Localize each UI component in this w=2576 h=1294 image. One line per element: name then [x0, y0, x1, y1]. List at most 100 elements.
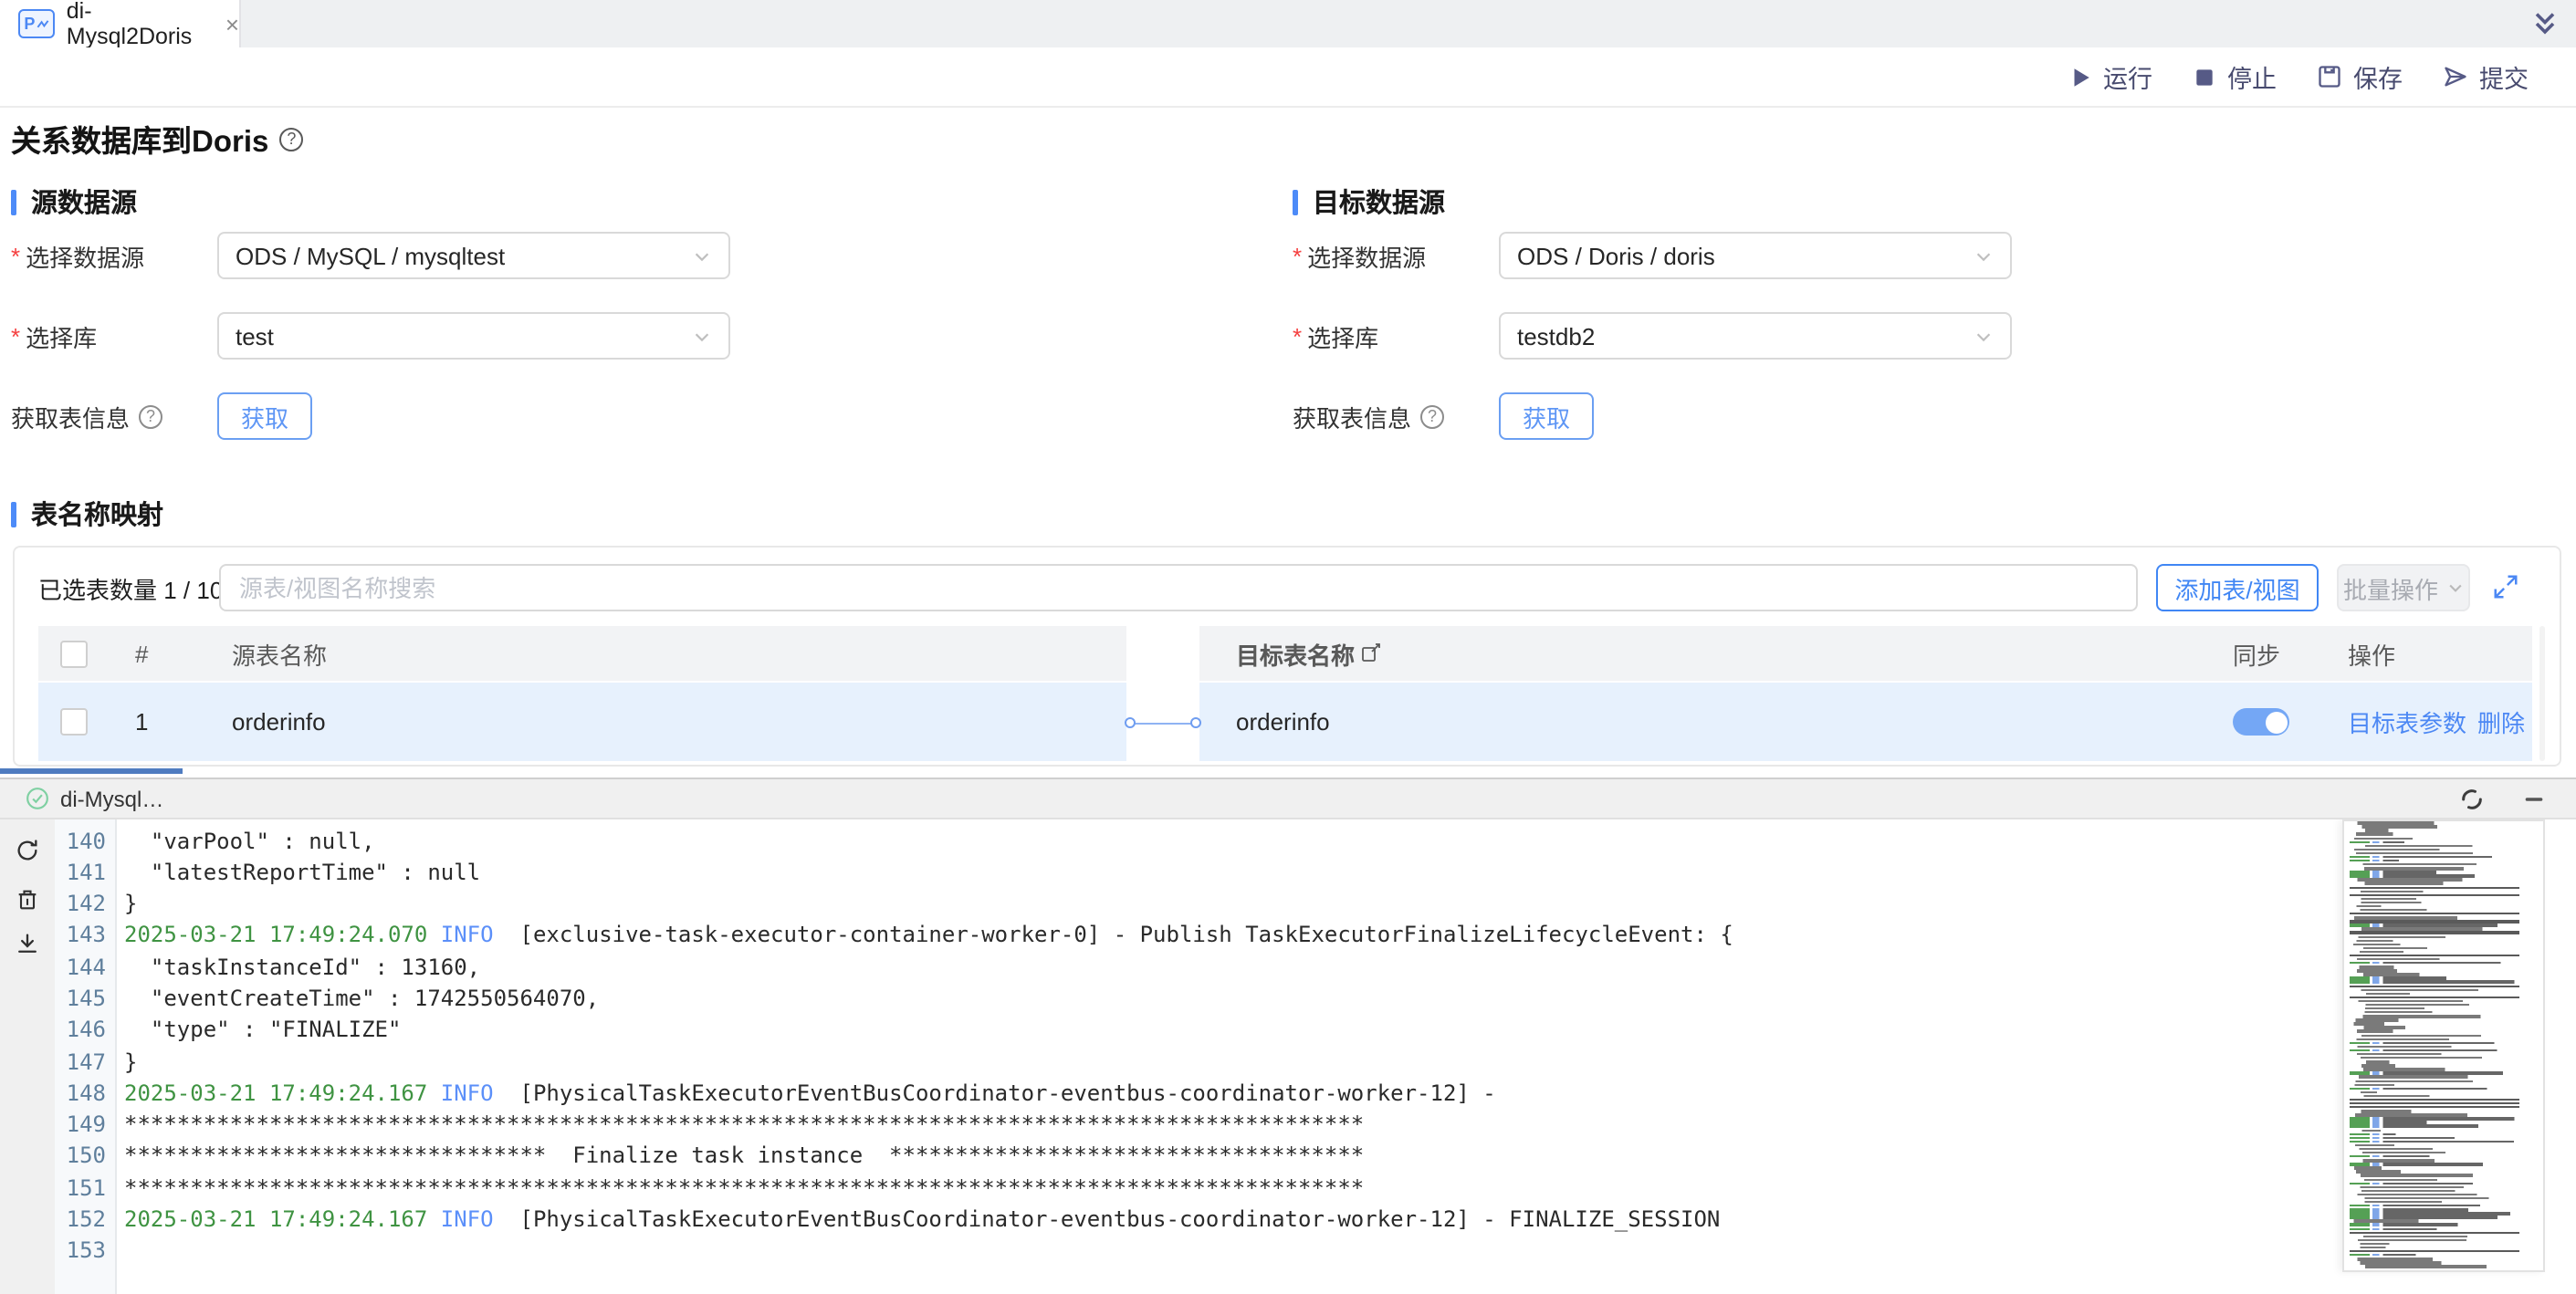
mapping-panel: 已选表数量 1 / 10 添加表/视图 批量操作 # 源表名称 目标表名称: [13, 546, 2561, 767]
log-line: 146 "type" : "FINALIZE": [0, 1016, 2576, 1048]
source-db-row: * 选择库 test: [11, 312, 97, 360]
source-datasource-row: * 选择数据源 ODS / MySQL / mysqltest: [11, 232, 144, 279]
log-panel-header: di-Mysql…: [0, 779, 2576, 819]
mapping-section-title: 表名称映射: [11, 495, 163, 533]
log-line: 1432025-03-21 17:49:24.070 INFO [exclusi…: [0, 921, 2576, 953]
log-line: 141 "latestReportTime" : null: [0, 858, 2576, 890]
stop-icon: [2193, 65, 2216, 89]
chevron-down-icon: [692, 326, 712, 346]
target-fetch-label: 获取表信息 ?: [1293, 399, 1444, 433]
sync-toggle[interactable]: [2233, 683, 2289, 761]
source-section-title: 源数据源: [11, 183, 137, 221]
save-icon: [2317, 64, 2342, 89]
log-line: 142}: [0, 889, 2576, 921]
horizontal-scrollbar-thumb[interactable]: [0, 767, 183, 774]
log-line: 144 "taskInstanceId" : 13160,: [0, 952, 2576, 984]
log-panel: di-Mysql…: [0, 777, 2576, 1294]
success-check-icon: [26, 788, 49, 811]
log-line: 1482025-03-21 17:49:24.167 INFO [Physica…: [0, 1079, 2576, 1111]
chevron-down-icon: [692, 245, 712, 266]
target-section: 目标数据源 * 选择数据源 ODS / Doris / doris * 选择库 …: [1293, 183, 2565, 475]
required-mark: *: [1293, 242, 1302, 269]
source-fetch-button[interactable]: 获取: [217, 392, 312, 440]
mapping-toolbar: 已选表数量 1 / 10 添加表/视图 批量操作: [15, 564, 2560, 611]
table-row: 1 orderinfo orderinfo 目标表参数 删除: [15, 683, 2560, 761]
log-minimize-icon[interactable]: [2521, 787, 2547, 812]
source-fetch-row: 获取表信息 ? 获取: [11, 392, 162, 440]
save-button[interactable]: 保存: [2317, 58, 2403, 95]
target-fetch-row: 获取表信息 ? 获取: [1293, 392, 1444, 440]
action-toolbar: 运行 停止 保存 提交: [0, 47, 2576, 108]
section-accent-bar: [1293, 189, 1298, 214]
table-search-input[interactable]: [219, 564, 2138, 611]
log-line: 147}: [0, 1047, 2576, 1079]
header-source-table: 源表名称: [232, 626, 327, 681]
log-line: 149*************************************…: [0, 1110, 2576, 1142]
log-line: 150******************************** Fina…: [0, 1142, 2576, 1174]
row-actions: 目标表参数 删除: [2348, 683, 2525, 761]
app-root: P di-Mysql2Doris × 运行 停止 保存 提交: [0, 0, 2576, 1294]
tab-bar: P di-Mysql2Doris ×: [0, 0, 2576, 49]
section-accent-bar: [11, 189, 16, 214]
required-mark: *: [1293, 322, 1302, 350]
add-table-button[interactable]: 添加表/视图: [2156, 564, 2319, 611]
fullscreen-icon[interactable]: [2492, 573, 2519, 600]
submit-button[interactable]: 提交: [2443, 58, 2529, 95]
row-checkbox[interactable]: [60, 683, 88, 761]
header-sync: 同步: [2233, 626, 2280, 681]
source-section: 源数据源 * 选择数据源 ODS / MySQL / mysqltest * 选…: [11, 183, 1282, 475]
header-index: #: [135, 626, 148, 681]
required-mark: *: [11, 242, 20, 269]
source-fetch-label: 获取表信息 ?: [11, 399, 162, 433]
target-table-params-link[interactable]: 目标表参数: [2348, 704, 2466, 739]
title-help-icon[interactable]: ?: [279, 127, 303, 151]
double-chevron-down-icon[interactable]: [2529, 7, 2561, 40]
tab-title: di-Mysql2Doris: [67, 0, 213, 49]
mapping-table-header: # 源表名称 目标表名称 同步 操作: [15, 626, 2560, 681]
run-button[interactable]: 运行: [2068, 58, 2152, 95]
play-icon: [2068, 65, 2092, 89]
row-target-table: orderinfo: [1236, 683, 1330, 761]
log-lines: 140 "varPool" : null,141 "latestReportTi…: [0, 826, 2576, 1268]
stop-button[interactable]: 停止: [2193, 58, 2277, 95]
fetch-help-icon[interactable]: ?: [1420, 404, 1444, 428]
tab-close-icon[interactable]: ×: [225, 12, 239, 36]
edit-icon[interactable]: [1360, 642, 1382, 664]
log-line: 140 "varPool" : null,: [0, 826, 2576, 858]
log-line: 151*************************************…: [0, 1174, 2576, 1205]
target-fetch-button[interactable]: 获取: [1499, 392, 1594, 440]
wave-glyph-icon: [37, 17, 49, 30]
log-line: 145 "eventCreateTime" : 1742550564070,: [0, 984, 2576, 1016]
selected-count-label: 已选表数量 1 / 10: [38, 564, 223, 611]
source-datasource-label: 选择数据源: [26, 238, 144, 273]
source-db-select[interactable]: test: [217, 312, 730, 360]
log-body: 140 "varPool" : null,141 "latestReportTi…: [0, 819, 2576, 1294]
required-mark: *: [11, 322, 20, 350]
fetch-help-icon[interactable]: ?: [139, 404, 162, 428]
delete-link[interactable]: 删除: [2477, 704, 2525, 739]
header-checkbox[interactable]: [60, 626, 88, 681]
target-db-row: * 选择库 testdb2: [1293, 312, 1378, 360]
section-accent-bar: [11, 501, 16, 527]
mapping-connector: [1126, 720, 1199, 725]
target-db-label: 选择库: [1307, 318, 1378, 353]
log-line: 1522025-03-21 17:49:24.167 INFO [Physica…: [0, 1205, 2576, 1237]
page-title: 关系数据库到Doris ?: [11, 117, 303, 161]
header-target-table: 目标表名称: [1236, 626, 1382, 681]
target-datasource-row: * 选择数据源 ODS / Doris / doris: [1293, 232, 1426, 279]
log-tab[interactable]: di-Mysql…: [26, 779, 163, 819]
tab-di-mysql2doris[interactable]: P di-Mysql2Doris ×: [0, 0, 241, 47]
table-vertical-scrollbar[interactable]: [2539, 626, 2545, 761]
chevron-down-icon: [1974, 326, 1994, 346]
target-db-select[interactable]: testdb2: [1499, 312, 2012, 360]
header-actions: 操作: [2348, 626, 2395, 681]
log-minimap[interactable]: [2342, 819, 2545, 1271]
source-db-label: 选择库: [26, 318, 97, 353]
target-datasource-select[interactable]: ODS / Doris / doris: [1499, 232, 2012, 279]
source-datasource-select[interactable]: ODS / MySQL / mysqltest: [217, 232, 730, 279]
log-refresh-icon[interactable]: [2459, 787, 2485, 812]
chevron-down-icon: [2445, 579, 2464, 597]
target-datasource-label: 选择数据源: [1307, 238, 1426, 273]
batch-operation-button[interactable]: 批量操作: [2337, 564, 2470, 611]
row-index: 1: [135, 683, 148, 761]
